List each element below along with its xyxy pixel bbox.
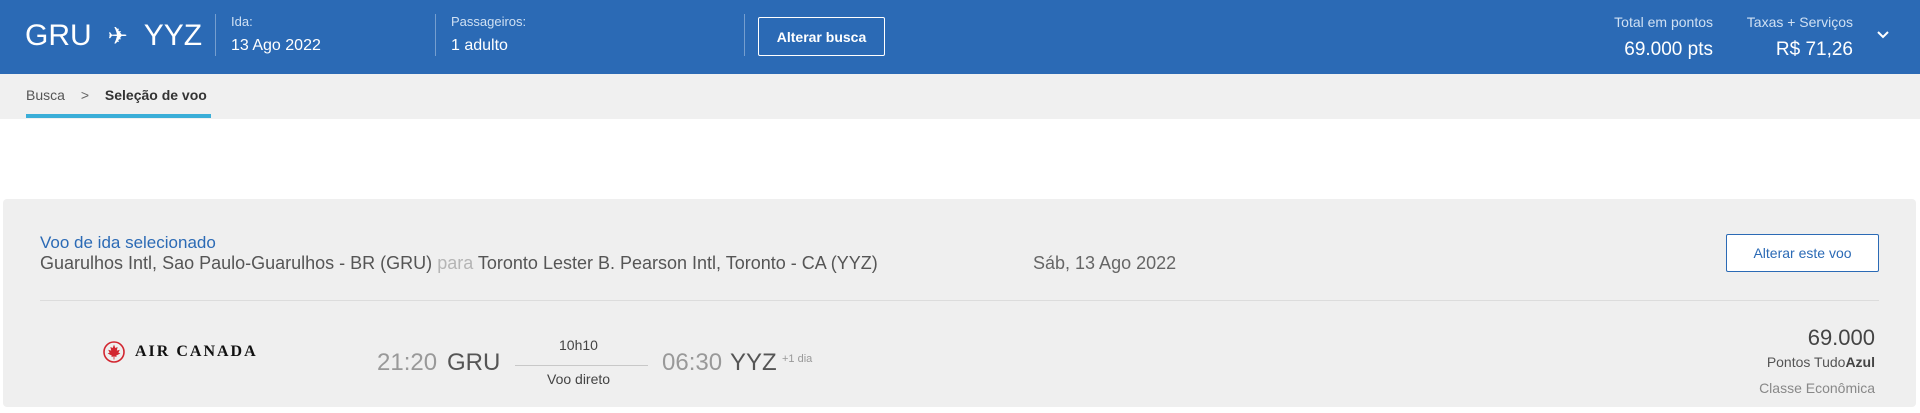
change-flight-button[interactable]: Alterar este voo [1726,234,1879,272]
divider [215,14,216,56]
origin-code: GRU [25,19,92,52]
departure-time: 21:20 [377,349,438,376]
breadcrumb: Busca > Seleção de voo [0,74,1920,119]
arrival-time: 06:30 [662,349,723,376]
depart-value: 13 Ago 2022 [231,37,321,54]
divider [435,14,436,56]
depart-label: Ida: [231,14,253,29]
change-search-button[interactable]: Alterar busca [758,17,885,56]
passengers-field: Passageiros: 1 adulto [451,14,526,55]
airline-name: AIR CANADA [135,343,258,360]
flight-date: Sáb, 13 Ago 2022 [1033,253,1177,273]
destination-code: YYZ [143,19,203,52]
flight-duration: 10h10 [559,337,598,353]
divider [744,14,745,56]
stops-info: Voo direto [547,371,611,387]
route-summary: GRU ✈ YYZ [25,19,202,53]
day-offset-badge: +1 dia [782,353,813,365]
departure-code: GRU [447,349,501,376]
fees-summary: Taxas + Serviços R$ 71,26 [1747,14,1853,61]
duration-line [515,365,648,366]
passengers-label: Passageiros: [451,14,527,29]
arrival-code: YYZ [730,349,777,376]
selected-flight-card: Voo de ida selecionado Guarulhos Intl, S… [3,199,1916,407]
divider [40,300,1879,301]
breadcrumb-separator: > [80,87,89,103]
chevron-down-icon[interactable] [1876,28,1890,42]
selected-flight-title: Voo de ida selecionado [40,233,216,252]
maple-leaf-logo [103,341,125,363]
active-step-indicator [26,114,211,118]
total-points-value: 69.000 pts [1624,39,1713,60]
total-points: Total em pontos 69.000 pts [1614,14,1713,61]
search-summary-bar: GRU ✈ YYZ Ida: 13 Ago 2022 Passageiros: … [0,0,1920,74]
points-price: 69.000 [1807,325,1875,350]
total-points-label: Total em pontos [1614,14,1713,30]
depart-date-field: Ida: 13 Ago 2022 [231,14,321,55]
origin-airport: Guarulhos Intl, Sao Paulo-Guarulhos - BR… [40,253,433,273]
passengers-value: 1 adulto [451,37,508,54]
fees-value: R$ 71,26 [1775,39,1853,60]
selected-flight-route: Guarulhos Intl, Sao Paulo-Guarulhos - BR… [40,253,878,274]
cabin-class: Classe Econômica [1759,380,1875,396]
breadcrumb-item-current: Seleção de voo [104,87,207,103]
airline-logo: AIR CANADA [103,341,258,363]
points-unit-prefix: Pontos Tudo [1766,354,1846,370]
points-unit-brand: Azul [1845,354,1875,370]
destination-airport: Toronto Lester B. Pearson Intl, Toronto … [477,253,878,273]
breadcrumb-trail: Busca > Seleção de voo [26,87,207,103]
route-connector: para [437,253,474,273]
airplane-icon: ✈ [107,22,128,50]
points-unit: Pontos TudoAzul [1767,354,1875,370]
fees-label: Taxas + Serviços [1746,14,1853,30]
breadcrumb-item-busca[interactable]: Busca [26,87,65,103]
